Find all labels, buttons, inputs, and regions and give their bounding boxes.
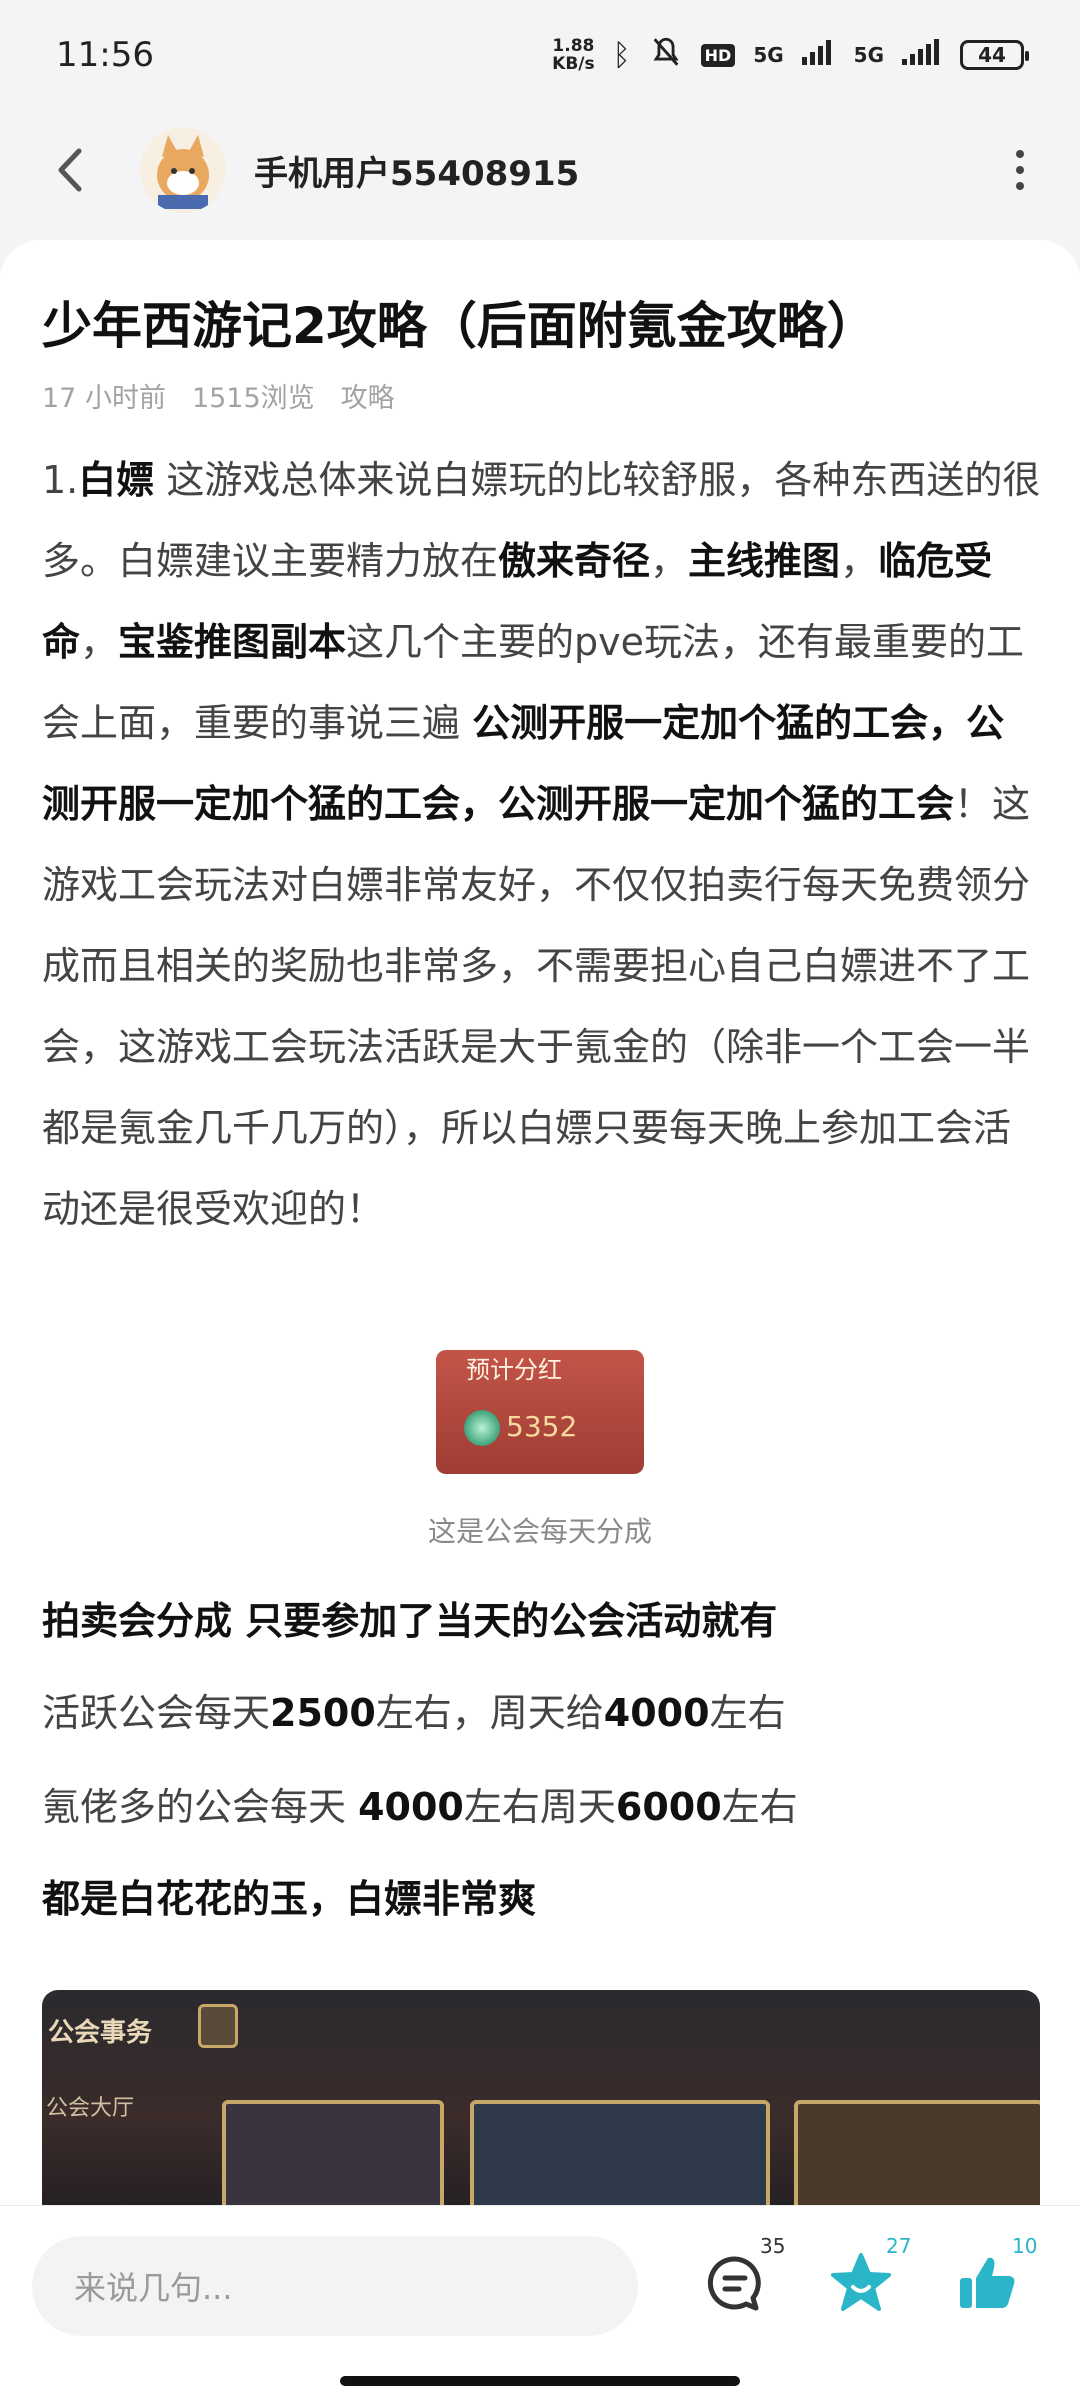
lock-badge-icon: [198, 2004, 238, 2048]
more-dot-icon: [1016, 150, 1024, 158]
status-icons: 1.88 KB/s ᛒ HD 5G 5G 44: [552, 35, 1029, 75]
signal-bars-icon: [801, 39, 836, 71]
avatar[interactable]: [140, 127, 226, 213]
jade-gem-icon: [464, 1410, 500, 1446]
post-card: 少年西游记2攻略（后面附氪金攻略） 17 小时前 1515浏览 攻略 1.白嫖 …: [0, 240, 1080, 2400]
post-time: 17 小时前: [42, 383, 166, 414]
bold-text-span: 4000: [358, 1785, 464, 1829]
network-speed-unit: KB/s: [552, 54, 595, 74]
signal-icon-2: 5G: [853, 43, 884, 67]
chevron-left-icon: [58, 148, 82, 192]
network-speed-value: 1.88: [552, 36, 595, 56]
star-icon: [831, 2253, 891, 2311]
network-speed: 1.88 KB/s: [552, 37, 594, 73]
bold-text-span: 4000: [603, 1691, 710, 1735]
status-bar: 11:56 1.88 KB/s ᛒ HD 5G 5G 44: [0, 0, 1080, 110]
post-views: 1515浏览: [191, 383, 315, 414]
text-span: 左右，周天给: [375, 1691, 604, 1735]
auction-heading: 拍卖会分成 只要参加了当天的公会活动就有: [42, 1599, 778, 1643]
battery-icon: 44: [960, 40, 1029, 70]
bold-text-span: 白嫖: [78, 458, 155, 502]
favorite-button[interactable]: [826, 2248, 896, 2318]
mute-bell-icon: [649, 35, 683, 75]
comment-count: 35: [760, 2234, 786, 2258]
bold-text-span: 主线推图: [688, 539, 841, 583]
status-time: 11:56: [56, 35, 154, 75]
guild-affairs-label: 公会事务: [48, 2018, 153, 2048]
image-caption: 这是公会每天分成: [427, 1515, 652, 1548]
home-indicator[interactable]: [340, 2376, 740, 2386]
post-title: 少年西游记2攻略（后面附氪金攻略）: [42, 297, 877, 355]
text-span: 活跃公会每天: [42, 1691, 271, 1735]
more-dot-icon: [1016, 182, 1024, 190]
signal-bars-icon-2: [902, 39, 942, 71]
post-header: 手机用户55408915: [0, 110, 1080, 230]
dividend-value: 5352: [506, 1410, 578, 1443]
text-span: ！这游戏工会玩法对白嫖非常友好，不仅仅拍卖行每天免费领分成而且相关的奖励也非常多…: [42, 782, 1031, 1231]
more-dot-icon: [1016, 166, 1024, 174]
post-body-paragraph: 1.白嫖 这游戏总体来说白嫖玩的比较舒服，各种东西送的很多。白嫖建议主要精力放在…: [42, 440, 1042, 1250]
more-menu-button[interactable]: [1000, 140, 1040, 200]
text-span: 左右周天: [463, 1785, 616, 1829]
hd-icon: HD: [700, 43, 736, 67]
bottom-action-bar: 来说几句... 35 27 10: [0, 2205, 1080, 2400]
text-span: 左右: [709, 1691, 786, 1735]
text-span: 氪佬多的公会每天: [42, 1785, 359, 1829]
like-button[interactable]: [952, 2248, 1022, 2318]
dividend-image[interactable]: 预计分红 5352: [436, 1350, 644, 1474]
comment-icon: [707, 2256, 761, 2311]
comment-input[interactable]: 来说几句...: [32, 2236, 638, 2336]
whale-guild-line: 氪佬多的公会每天 4000左右周天6000左右: [42, 1776, 798, 1831]
post-category[interactable]: 攻略: [341, 376, 395, 415]
favorite-count: 27: [886, 2234, 912, 2258]
bold-text-span: 6000: [615, 1785, 722, 1829]
jade-summary-line: 都是白花花的玉，白嫖非常爽: [42, 1877, 537, 1921]
text-span: 左右: [721, 1785, 798, 1829]
active-guild-line: 活跃公会每天2500左右，周天给4000左右: [42, 1682, 786, 1737]
bluetooth-icon: ᛒ: [612, 37, 631, 73]
text-span: ，: [650, 539, 689, 583]
bold-text-span: 宝鉴推图副本: [118, 620, 347, 664]
bold-text-span: 2500: [270, 1691, 376, 1735]
bold-text-span: 傲来奇径: [498, 539, 651, 583]
guild-hall-label: 公会大厅: [46, 2096, 135, 2121]
text-span: ，: [840, 539, 879, 583]
post-meta: 17 小时前 1515浏览 攻略: [42, 376, 395, 415]
text-span: ，: [80, 620, 119, 664]
dividend-header: 预计分红: [466, 1356, 562, 1384]
like-count: 10: [1012, 2234, 1038, 2258]
back-button[interactable]: [40, 140, 100, 200]
thumbs-up-icon: [960, 2257, 1015, 2308]
signal-icon: 5G: [753, 43, 784, 67]
battery-level: 44: [978, 43, 1006, 67]
username[interactable]: 手机用户55408915: [254, 146, 579, 195]
text-span: 1.: [42, 458, 79, 502]
comment-button[interactable]: [700, 2248, 770, 2318]
